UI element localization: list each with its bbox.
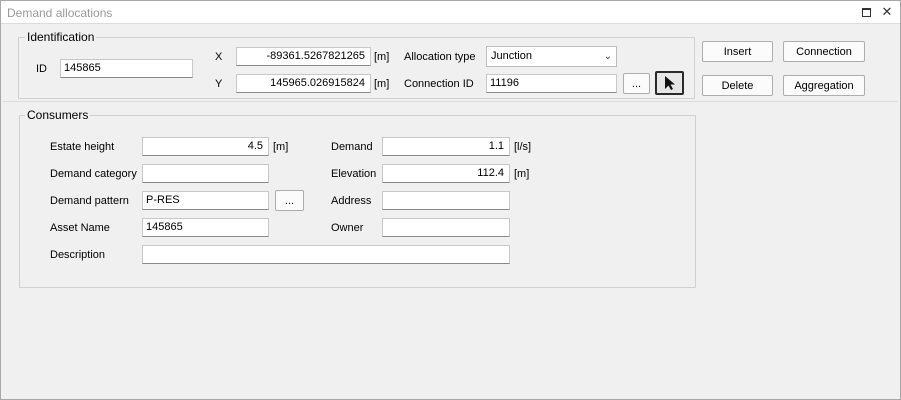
elevation-label: Elevation	[331, 168, 377, 180]
demand-pattern-field[interactable]: P-RES	[142, 191, 269, 210]
demand-pattern-label: Demand pattern	[50, 195, 129, 207]
asset-name-label: Asset Name	[50, 222, 110, 234]
owner-field[interactable]	[382, 218, 510, 237]
demand-category-field[interactable]	[142, 164, 269, 183]
title-bar: Demand allocations ✕	[1, 1, 900, 24]
allocation-type-label: Allocation type	[404, 51, 476, 63]
demand-label: Demand	[331, 141, 373, 153]
restore-icon	[861, 7, 871, 17]
id-field[interactable]: 145865	[60, 59, 193, 78]
demand-unit: [l/s]	[514, 141, 532, 153]
close-button[interactable]: ✕	[879, 4, 895, 20]
owner-label: Owner	[331, 222, 364, 234]
elevation-unit: [m]	[514, 168, 530, 180]
section-divider	[3, 101, 898, 102]
estate-height-label: Estate height	[50, 141, 115, 153]
delete-button[interactable]: Delete	[702, 75, 773, 96]
identification-group-label: Identification	[25, 30, 97, 44]
asset-name-field[interactable]: 145865	[142, 218, 269, 237]
y-label: Y	[215, 78, 223, 90]
demand-field[interactable]: 1.1	[382, 137, 510, 156]
close-icon: ✕	[881, 4, 893, 19]
description-field[interactable]	[142, 245, 510, 264]
consumers-group-label: Consumers	[25, 108, 91, 122]
connection-browse-button[interactable]: ...	[623, 73, 650, 94]
address-label: Address	[331, 195, 372, 207]
aggregation-button[interactable]: Aggregation	[783, 75, 865, 96]
y-unit: [m]	[374, 78, 390, 90]
restore-button[interactable]	[858, 4, 874, 20]
pick-on-map-button[interactable]	[655, 71, 684, 95]
connection-button[interactable]: Connection	[783, 41, 865, 62]
estate-height-field[interactable]: 4.5	[142, 137, 269, 156]
connection-id-field[interactable]: 11196	[486, 74, 617, 93]
chevron-down-icon: ⌄	[603, 51, 612, 62]
x-field[interactable]: -89361.5267821265	[236, 47, 371, 66]
address-field[interactable]	[382, 191, 510, 210]
connection-id-label: Connection ID	[404, 78, 474, 90]
allocation-type-value: Junction	[491, 50, 532, 62]
cursor-icon	[664, 76, 675, 90]
id-label: ID	[36, 63, 47, 75]
description-label: Description	[50, 249, 106, 261]
x-label: X	[215, 51, 223, 63]
demand-pattern-browse-button[interactable]: ...	[275, 190, 304, 211]
x-unit: [m]	[374, 51, 390, 63]
y-field[interactable]: 145965.026915824	[236, 74, 371, 93]
allocation-type-select[interactable]: Junction ⌄	[486, 46, 617, 67]
estate-height-unit: [m]	[273, 141, 289, 153]
demand-allocations-window: Demand allocations ✕ Identification ID 1…	[0, 0, 901, 400]
elevation-field[interactable]: 112.4	[382, 164, 510, 183]
demand-category-label: Demand category	[50, 168, 137, 180]
insert-button[interactable]: Insert	[702, 41, 773, 62]
window-title: Demand allocations	[7, 6, 113, 20]
